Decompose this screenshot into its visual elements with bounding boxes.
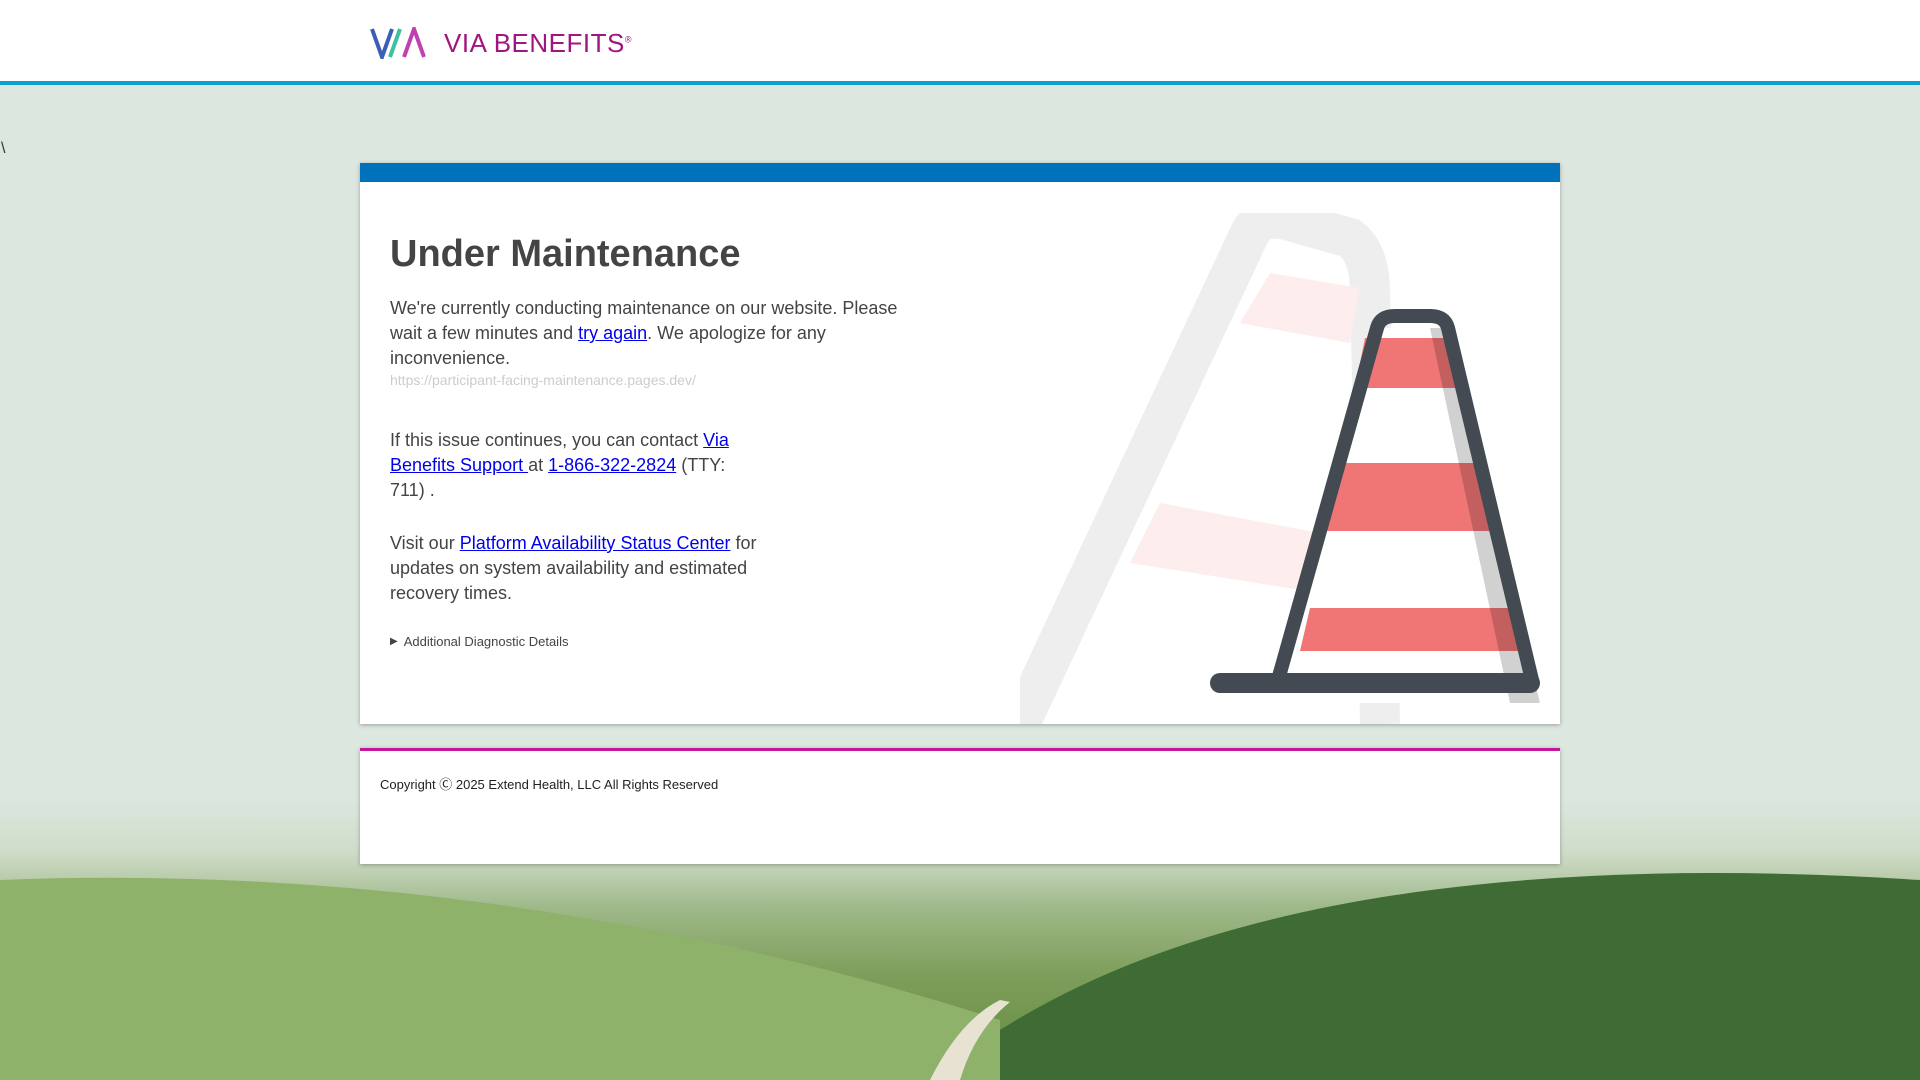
triangle-right-icon: ▶ [390,636,398,647]
try-again-link[interactable]: try again [578,323,647,343]
maintenance-message: We're currently conducting maintenance o… [390,298,898,368]
maintenance-card: Under Maintenance We're currently conduc… [360,163,1560,724]
support-message: If this issue continues, you can contact… [390,430,729,500]
via-logo-mark-icon [370,27,426,59]
copyright-text: Copyright Ⓒ 2025 Extend Health, LLC All … [380,777,719,792]
traffic-cone-illustration [1020,213,1540,724]
diagnostic-details-toggle[interactable]: ▶ Additional Diagnostic Details [390,634,930,649]
phone-link[interactable]: 1-866-322-2824 [548,455,676,475]
logo-text: VIA BENEFITS® [444,27,632,58]
via-benefits-logo[interactable]: VIA BENEFITS® [370,27,632,59]
site-footer: Copyright Ⓒ 2025 Extend Health, LLC All … [360,748,1560,864]
status-center-link[interactable]: Platform Availability Status Center [460,533,731,553]
status-center-message: Visit our Platform Availability Status C… [390,533,757,603]
card-top-bar [360,163,1560,182]
maintenance-url: https://participant-facing-maintenance.p… [390,372,696,388]
site-header: VIA BENEFITS® [0,0,1920,85]
page-title: Under Maintenance [390,233,741,275]
stray-character: \ [1,140,6,157]
diagnostic-details-label: Additional Diagnostic Details [403,634,569,649]
